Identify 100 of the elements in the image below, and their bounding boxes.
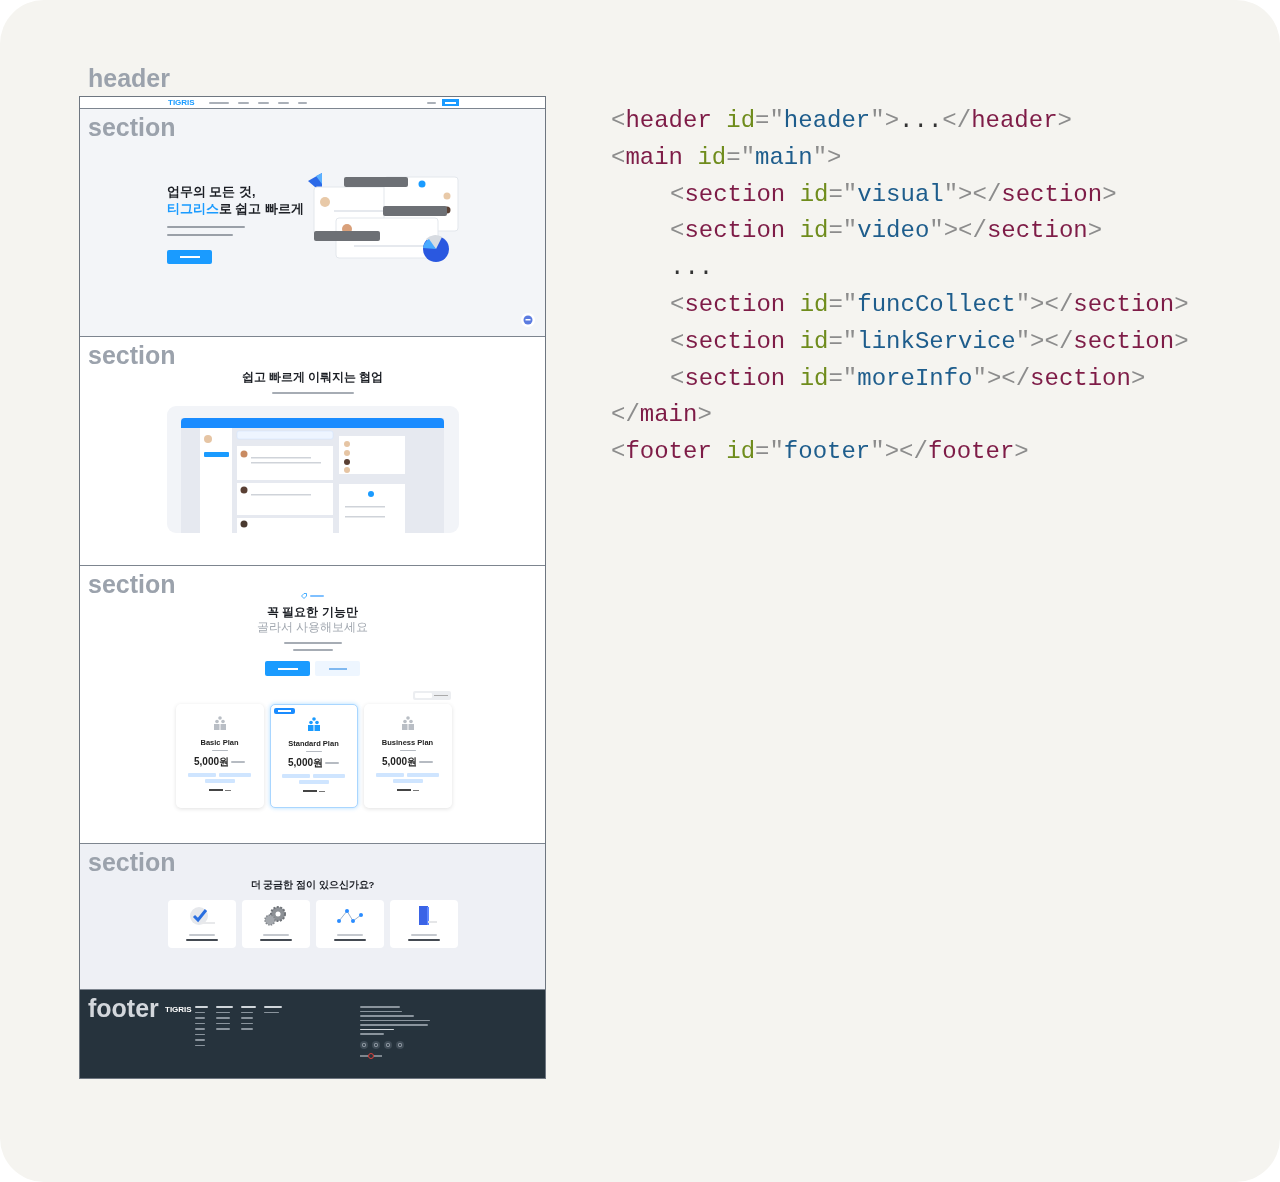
text-line [185, 938, 218, 941]
learn-more-link[interactable] [302, 790, 325, 792]
code-line: <section id="video"></section> [670, 216, 1104, 247]
text-line [297, 101, 307, 104]
pricing-subtitle: 골라서 사용해보세요 [256, 620, 369, 635]
code-line: <section id="funcCollect"></section> [670, 290, 1189, 320]
text-line [195, 1022, 205, 1024]
text-line [241, 1011, 253, 1013]
text-line [333, 938, 366, 941]
code-line: <section id="linkService"></section> [670, 326, 1189, 357]
text-line [195, 1011, 205, 1013]
text-line [427, 101, 436, 104]
signup-button[interactable] [442, 99, 459, 106]
section-label: section [88, 115, 176, 140]
plan-price: 5,000원 [382, 757, 417, 767]
section-title: 쉽고 빠르게 이뤄지는 협업 [241, 370, 384, 384]
text-line [262, 934, 289, 936]
text-line [216, 1017, 230, 1019]
text-line [241, 1017, 253, 1019]
header-label: header [87, 63, 171, 94]
popular-badge [273, 708, 295, 714]
check-icon [188, 905, 215, 927]
section-label: section [88, 572, 176, 597]
social-icon[interactable] [396, 1040, 404, 1049]
footer-logo[interactable]: TIGRIS [165, 1006, 195, 1014]
code-line: <section id="moreInfo"></section> [670, 363, 1147, 394]
text-line [167, 234, 233, 236]
text-line [360, 1024, 428, 1026]
text-line [237, 101, 249, 104]
hero-title: 업무의 모든 것, [167, 184, 256, 201]
text-line [310, 595, 324, 597]
text-line [360, 1010, 402, 1012]
text-line [231, 761, 245, 763]
code-line: <header id="header">...</header> [611, 106, 1073, 136]
free-trial-button[interactable] [265, 661, 310, 676]
text-line [336, 934, 363, 936]
free-trial-button[interactable] [167, 250, 212, 264]
tag-icon [301, 593, 307, 599]
text-line [216, 1028, 230, 1030]
text-line [216, 1006, 233, 1008]
code-line: <main id="main"> [611, 142, 843, 173]
text-line [399, 749, 416, 751]
text-line [283, 642, 342, 644]
text-line [195, 1006, 208, 1008]
text-line [208, 101, 229, 104]
chat-icon[interactable] [521, 313, 535, 327]
hero-title: 티그리스로 쉽고 빠르게 [167, 201, 304, 218]
plan-price: 5,000원 [194, 757, 229, 767]
social-icon[interactable] [372, 1040, 380, 1049]
text-line [305, 750, 322, 752]
blocks-icon [306, 717, 321, 731]
text-line [419, 761, 433, 763]
learn-more-link[interactable] [208, 789, 231, 791]
text-line [195, 1039, 205, 1041]
text-line [292, 649, 333, 651]
text-line [188, 934, 215, 936]
social-icon[interactable] [384, 1040, 392, 1049]
certification-logo [360, 1051, 382, 1060]
code-line: <footer id="footer"></footer> [611, 437, 1030, 468]
code-line: ... [670, 253, 715, 284]
text-line [360, 1015, 414, 1017]
resource-card[interactable] [167, 900, 236, 948]
text-line [241, 1006, 256, 1008]
billing-toggle[interactable] [413, 691, 451, 700]
social-icon[interactable] [360, 1040, 368, 1049]
text-line [195, 1017, 205, 1019]
text-line [407, 938, 440, 941]
text-line [241, 1028, 253, 1030]
text-line [264, 1006, 282, 1008]
pricing-title: 꼭 필요한 기능만 [267, 605, 358, 620]
section-label: footer [88, 996, 159, 1021]
text-line [241, 1022, 253, 1024]
text-line [216, 1022, 230, 1024]
text-line [277, 101, 289, 104]
gear-icon [262, 905, 289, 927]
plan-price: 5,000원 [288, 758, 323, 768]
learn-more-link[interactable] [396, 789, 419, 791]
text-line [325, 762, 339, 764]
text-line [264, 1011, 279, 1013]
section-title: 더 궁금한 점이 있으신가요? [250, 879, 375, 891]
text-line [211, 749, 228, 751]
section-label: section [88, 343, 176, 368]
text-line [360, 1028, 394, 1030]
resource-card[interactable] [241, 900, 310, 948]
resource-card[interactable] [389, 900, 458, 948]
code-line: <section id="visual"></section> [670, 179, 1118, 210]
text-line [195, 1044, 205, 1046]
text-line [195, 1033, 205, 1035]
text-line [360, 1006, 400, 1008]
text-line [195, 1028, 205, 1030]
resource-card[interactable] [315, 900, 384, 948]
section-label: section [88, 850, 176, 875]
blocks-icon [400, 716, 415, 730]
code-line: </main> [611, 400, 713, 431]
text-line [360, 1019, 430, 1021]
text-line [259, 938, 292, 941]
blocks-icon [212, 716, 227, 730]
text-line [360, 1033, 384, 1035]
text-line [257, 101, 269, 104]
text-line [410, 934, 437, 936]
